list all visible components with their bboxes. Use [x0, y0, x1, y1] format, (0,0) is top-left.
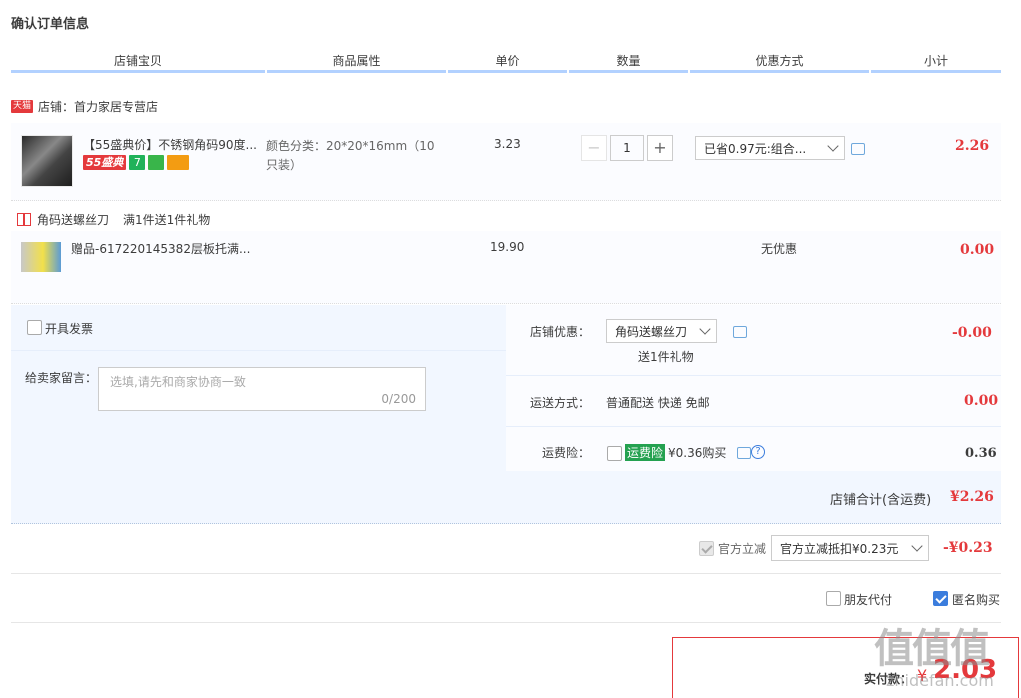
attr-line: 颜色分类：20*20*16mm（10 [266, 139, 435, 153]
chat-icon[interactable] [733, 326, 747, 338]
item-tags: 55盛典 7 [83, 155, 192, 170]
friend-pay-checkbox[interactable] [826, 591, 841, 606]
shipping-amount: 0.00 [964, 393, 999, 409]
column-header-discount: 优惠方式 [755, 54, 804, 68]
item-unit-price: 3.23 [494, 137, 521, 151]
credit-card-icon [167, 155, 190, 170]
column-header-subtotal: 小计 [923, 54, 948, 68]
official-discount-checkbox[interactable] [699, 541, 714, 556]
insurance-checkbox[interactable] [607, 446, 622, 461]
quantity-input[interactable]: 1 [610, 135, 644, 161]
page-title: 确认订单信息 [11, 17, 90, 32]
official-discount-amount: -¥0.23 [943, 540, 993, 556]
divider [11, 573, 1001, 574]
divider [11, 622, 1001, 623]
watermark-logo: 值值值 [874, 626, 990, 672]
gift-promo-desc: 满1件送1件礼物 [123, 213, 211, 227]
divider [11, 350, 506, 351]
attr-line: 只装） [266, 158, 303, 172]
shipping-value: 普通配送 快递 免邮 [606, 396, 710, 410]
gift-thumbnail[interactable] [21, 242, 61, 272]
discount-select-value: 已省0.97元:组合... [704, 142, 807, 156]
header-gap [567, 70, 569, 73]
header-gap [265, 70, 267, 73]
column-header-unit-price: 单价 [495, 54, 520, 68]
chat-icon[interactable] [851, 143, 865, 155]
shop-name[interactable]: 店铺：首力家居专营店 [38, 98, 158, 115]
seller-message-label: 给卖家留言： [25, 371, 98, 385]
insurance-tag: 运费险 [625, 444, 666, 461]
gift-unit-price: 19.90 [490, 240, 525, 254]
seller-message-input[interactable]: 选填,请先和商家协商一致 0/200 [98, 367, 426, 411]
item-attributes: 颜色分类：20*20*16mm（10 只装） [266, 137, 434, 175]
guarantee-icon [148, 155, 165, 170]
official-discount-select[interactable]: 官方立减抵扣¥0.23元 [771, 535, 929, 561]
friend-pay-label: 朋友代付 [844, 593, 893, 607]
header-gap [869, 70, 871, 73]
column-header-item: 店铺宝贝 [113, 54, 162, 68]
seven-day-return-icon: 7 [129, 155, 146, 170]
shop-discount-select-value: 角码送螺丝刀 [615, 325, 688, 339]
gift-discount: 无优惠 [761, 242, 798, 256]
shop-total-label: 店铺合计(含运费) [830, 493, 932, 508]
chevron-down-icon [827, 140, 839, 152]
help-icon[interactable]: ? [751, 445, 765, 459]
item-subtotal: 2.26 [955, 138, 990, 154]
discount-select[interactable]: 已省0.97元:组合... [695, 136, 845, 160]
shop-total-amount: ¥2.26 [950, 489, 994, 505]
insurance-label: 运费险： [542, 446, 591, 460]
shop-discount-select[interactable]: 角码送螺丝刀 [606, 319, 717, 343]
item-title[interactable]: 【55盛典价】不锈钢角码90度... [83, 136, 261, 153]
quantity-minus-button[interactable]: − [581, 135, 607, 161]
shop-discount-note: 送1件礼物 [638, 350, 694, 364]
char-counter: 0/200 [381, 392, 416, 406]
column-header-quantity: 数量 [616, 54, 641, 68]
chevron-down-icon [699, 323, 711, 335]
header-gap [446, 70, 448, 73]
item-thumbnail[interactable] [21, 135, 73, 187]
invoice-checkbox[interactable] [27, 320, 42, 335]
shipping-label: 运送方式： [530, 396, 591, 410]
insurance-amount: 0.36 [965, 446, 997, 461]
insurance-price: ¥0.36购买 [668, 446, 727, 460]
shop-discount-amount: -0.00 [952, 325, 992, 341]
anonymous-checkbox[interactable] [933, 591, 948, 606]
quantity-plus-button[interactable]: + [647, 135, 673, 161]
header-divider [11, 70, 1001, 73]
promo-55-tag: 55盛典 [83, 155, 127, 170]
chat-icon[interactable] [737, 447, 751, 459]
gift-icon [17, 213, 31, 226]
official-discount-select-value: 官方立减抵扣¥0.23元 [780, 542, 899, 556]
chevron-down-icon [911, 540, 923, 552]
seller-message-placeholder: 选填,请先和商家协商一致 [110, 375, 246, 389]
shop-row: 天猫 店铺：首力家居专营店 [11, 98, 158, 115]
official-discount-label: 官方立减 [718, 542, 767, 556]
gift-subtotal: 0.00 [960, 242, 995, 258]
invoice-label: 开具发票 [45, 322, 94, 336]
column-header-attributes: 商品属性 [332, 54, 381, 68]
shop-discount-label: 店铺优惠： [530, 325, 591, 339]
quantity-stepper: − 1 + [581, 135, 681, 161]
divider [506, 375, 1001, 376]
watermark-url: zhidefan.com [886, 671, 994, 690]
tmall-icon: 天猫 [11, 100, 34, 113]
header-gap [688, 70, 690, 73]
gift-promo-row: 角码送螺丝刀 满1件送1件礼物 [17, 211, 210, 228]
gift-promo-name: 角码送螺丝刀 [37, 213, 110, 227]
gift-title[interactable]: 赠品-617220145382层板托满... [71, 240, 250, 257]
divider [506, 426, 1001, 427]
anonymous-label: 匿名购买 [952, 593, 1001, 607]
